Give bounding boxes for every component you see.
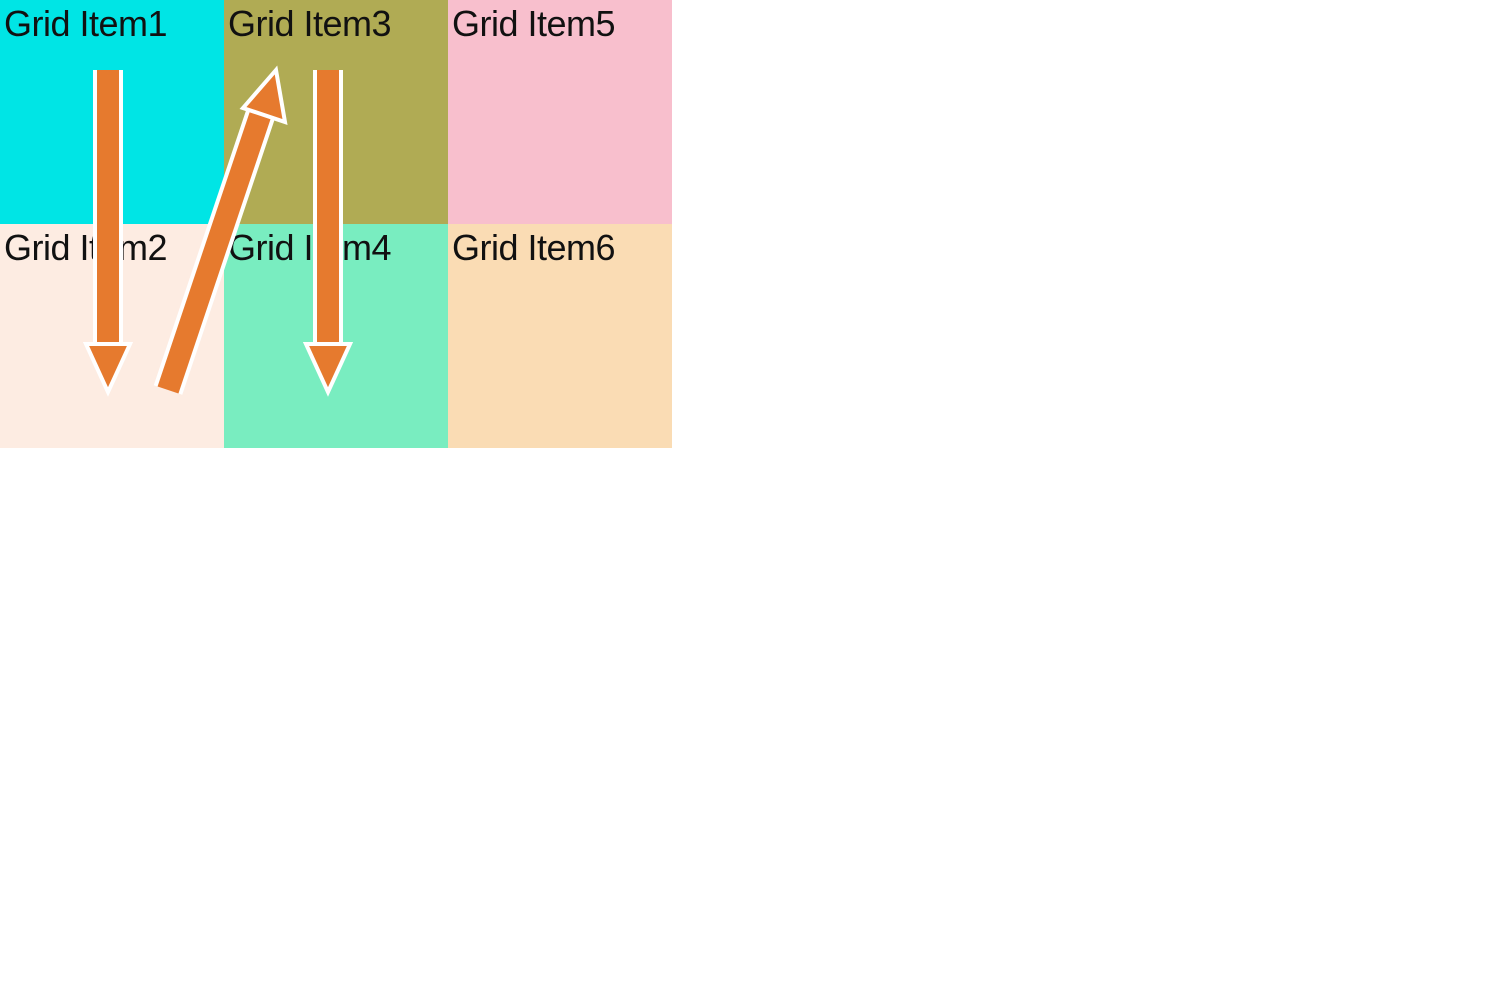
grid-item-label: Grid Item2 — [4, 227, 167, 268]
grid-container: Grid Item1 Grid Item2 Grid Item3 Grid It… — [0, 0, 672, 448]
grid-item-label: Grid Item3 — [228, 3, 391, 44]
grid-item-label: Grid Item6 — [452, 227, 615, 268]
grid-item-4: Grid Item4 — [224, 224, 448, 448]
grid-item-3: Grid Item3 — [224, 0, 448, 224]
grid-item-2: Grid Item2 — [0, 224, 224, 448]
grid-item-label: Grid Item4 — [228, 227, 391, 268]
grid-item-label: Grid Item5 — [452, 3, 615, 44]
grid-item-6: Grid Item6 — [448, 224, 672, 448]
grid-item-1: Grid Item1 — [0, 0, 224, 224]
grid-item-label: Grid Item1 — [4, 3, 167, 44]
grid-item-5: Grid Item5 — [448, 0, 672, 224]
